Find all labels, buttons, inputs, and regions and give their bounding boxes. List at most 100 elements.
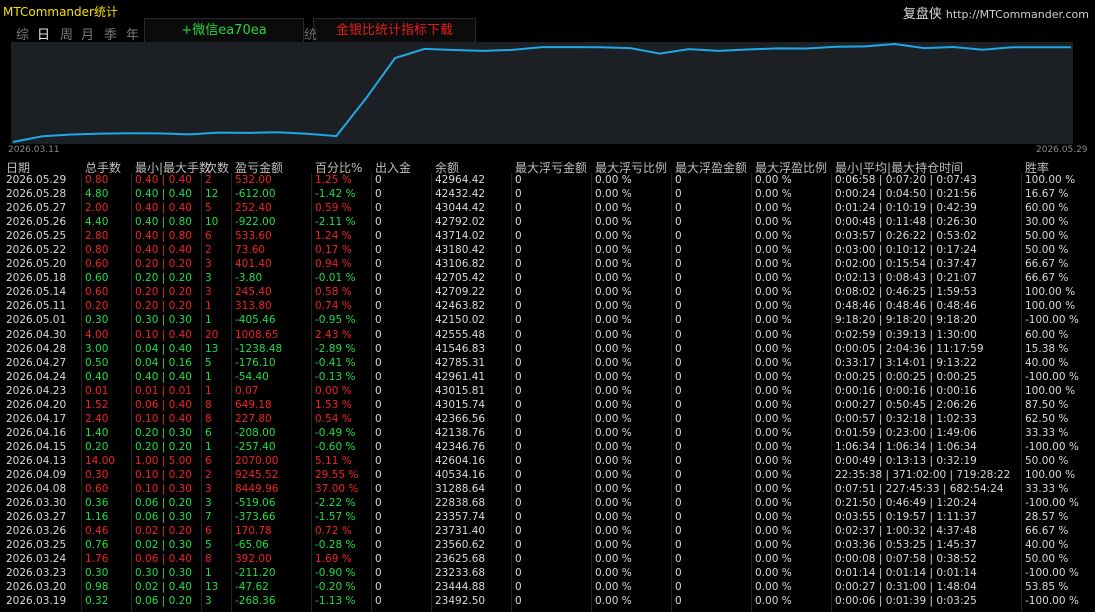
cell-count: 3 (205, 286, 212, 299)
cell-count: 5 (205, 539, 212, 552)
cell-hold: 0:00:27 | 0:50:45 | 2:06:26 (835, 398, 977, 411)
cell-balance: 42964.42 (435, 174, 486, 186)
cell-hold: 22:35:38 | 371:02:00 | 719:28:22 (835, 468, 1011, 481)
period-tab[interactable]: 年 (126, 24, 139, 43)
brand-url[interactable]: http://MTCommander.com (946, 8, 1089, 21)
cell-mfp: 0 (675, 370, 682, 383)
period-tab[interactable]: 周 (60, 24, 73, 43)
cell-balance: 43015.81 (435, 384, 486, 397)
cell-mfpp: 0.00 % (755, 567, 792, 580)
cell-io: 0 (375, 595, 382, 608)
cell-pnl: 532.00 (235, 174, 272, 186)
cell-pnl: -373.66 (235, 511, 276, 524)
cell-date: 2026.03.20 (6, 581, 67, 594)
table-row[interactable]: 2026.05.22 0.80 0.40 | 0.40 2 73.60 0.17 % 0 43… (0, 243, 1095, 257)
download-banner[interactable]: 金银比统计指标下载 (313, 18, 476, 44)
cell-minmax: 0.20 | 0.20 (135, 258, 192, 271)
table-row[interactable]: 2026.04.17 2.40 0.10 | 0.40 8 227.80 0.54 % 0 4… (0, 412, 1095, 426)
period-tab[interactable]: 季 (104, 24, 117, 43)
cell-pct: -0.28 % (315, 539, 356, 552)
cell-pct: -1.42 % (315, 188, 356, 201)
cell-mfp: 0 (675, 426, 682, 439)
cell-mfpp: 0.00 % (755, 188, 792, 201)
cell-date: 2026.04.09 (6, 468, 67, 481)
table-row[interactable]: 2026.05.14 0.60 0.20 | 0.20 3 245.40 0.58 % 0 4… (0, 285, 1095, 299)
cell-pct: -0.20 % (315, 581, 356, 594)
cell-date: 2026.05.18 (6, 272, 67, 285)
cell-mfpp: 0.00 % (755, 230, 792, 243)
period-tab[interactable]: 日 (37, 24, 50, 43)
cell-minmax: 0.01 | 0.01 (135, 384, 192, 397)
cell-io: 0 (375, 258, 382, 271)
cell-win: 100.00 % (1025, 384, 1076, 397)
period-tab[interactable]: 综 (16, 24, 29, 43)
cell-mfpp: 0.00 % (755, 511, 792, 524)
cell-mflp: 0.00 % (595, 468, 632, 481)
table-row[interactable]: 2026.04.08 0.60 0.10 | 0.30 3 8449.96 37.00 %… (0, 482, 1095, 496)
cell-pct: 0.54 % (315, 412, 352, 425)
cell-pct: -1.13 % (315, 595, 356, 608)
cell-io: 0 (375, 581, 382, 594)
table-row[interactable]: 2026.03.30 0.36 0.06 | 0.20 3 -519.06 -2.22 %… (0, 496, 1095, 510)
table-row[interactable]: 2026.04.20 1.52 0.06 | 0.40 8 649.18 1.53 % 0 4… (0, 398, 1095, 412)
cell-win: 30.00 % (1025, 216, 1069, 229)
cell-mfp: 0 (675, 216, 682, 229)
brand[interactable]: 复盘侠 http://MTCommander.com (903, 3, 1089, 22)
cell-pnl: 649.18 (235, 398, 272, 411)
cell-mflp: 0.00 % (595, 454, 632, 467)
cell-mflp: 0.00 % (595, 300, 632, 313)
table-row[interactable]: 2026.03.24 1.76 0.06 | 0.40 8 392.00 1.69 % 0 2… (0, 552, 1095, 566)
cell-mfp: 0 (675, 553, 682, 566)
table-row[interactable]: 2026.04.28 3.00 0.04 | 0.40 13 -1238.48 -2.89… (0, 342, 1095, 356)
cell-mfpp: 0.00 % (755, 426, 792, 439)
table-row[interactable]: 2026.03.20 0.98 0.02 | 0.40 13 -47.62 -0.20 %… (0, 580, 1095, 594)
cell-minmax: 0.40 | 0.40 (135, 174, 192, 186)
table-row[interactable]: 2026.04.16 1.40 0.20 | 0.30 6 -208.00 -0.49 %… (0, 426, 1095, 440)
table-row[interactable]: 2026.03.27 1.16 0.06 | 0.30 7 -373.66 -1.57 %… (0, 510, 1095, 524)
cell-io: 0 (375, 300, 382, 313)
cell-mfp: 0 (675, 174, 682, 186)
table-row[interactable]: 2026.05.01 0.30 0.30 | 0.30 1 -405.46 -0.95 %… (0, 313, 1095, 327)
cell-date: 2026.03.23 (6, 567, 67, 580)
period-tab[interactable]: 月 (81, 24, 94, 43)
cell-minmax: 0.10 | 0.20 (135, 468, 192, 481)
table-row[interactable]: 2026.04.23 0.01 0.01 | 0.01 1 0.07 0.00 % 0 430… (0, 384, 1095, 398)
table-row[interactable]: 2026.05.27 2.00 0.40 | 0.40 5 252.40 0.59 % 0 4… (0, 201, 1095, 215)
cell-mfp: 0 (675, 497, 682, 510)
cell-hold: 0:00:06 | 0:01:39 | 0:03:25 (835, 595, 977, 608)
cell-balance: 23625.68 (435, 553, 486, 566)
cell-io: 0 (375, 426, 382, 439)
cell-balance: 42709.22 (435, 286, 486, 299)
cell-pct: 2.43 % (315, 328, 352, 341)
table-row[interactable]: 2026.05.25 2.80 0.40 | 0.80 6 533.60 1.24 % 0 4… (0, 229, 1095, 243)
cell-mfl: 0 (515, 497, 522, 510)
table-row[interactable]: 2026.03.26 0.46 0.02 | 0.20 6 170.78 0.72 % 0 2… (0, 524, 1095, 538)
table-row[interactable]: 2026.03.23 0.30 0.30 | 0.30 1 -211.20 -0.90 %… (0, 566, 1095, 580)
table-row[interactable]: 2026.05.18 0.60 0.20 | 0.20 3 -3.80 -0.01 % 0 4… (0, 271, 1095, 285)
table-row[interactable]: 2026.04.13 14.00 1.00 | 5.00 6 2070.00 5.11 %… (0, 454, 1095, 468)
table-row[interactable]: 2026.03.25 0.76 0.02 | 0.30 5 -65.06 -0.28 % 0… (0, 538, 1095, 552)
cell-lots: 0.20 (85, 440, 109, 453)
cell-pnl: -1238.48 (235, 342, 283, 355)
cell-mfpp: 0.00 % (755, 553, 792, 566)
wechat-banner[interactable]: +微信ea70ea (144, 18, 304, 44)
cell-pnl: 252.40 (235, 202, 272, 215)
cell-pnl: -3.80 (235, 272, 263, 285)
cell-hold: 0:02:00 | 0:15:54 | 0:37:47 (835, 258, 977, 271)
table-row[interactable]: 2026.04.15 0.20 0.20 | 0.20 1 -257.40 -0.60 %… (0, 440, 1095, 454)
table-row[interactable]: 2026.05.11 0.20 0.20 | 0.20 1 313.80 0.74 % 0 4… (0, 299, 1095, 313)
cell-mfl: 0 (515, 440, 522, 453)
cell-count: 3 (205, 272, 212, 285)
table-row[interactable]: 2026.04.27 0.50 0.04 | 0.16 5 -176.10 -0.41 %… (0, 356, 1095, 370)
table-row[interactable]: 2026.03.19 0.32 0.06 | 0.20 3 -268.36 -1.13 %… (0, 594, 1095, 608)
table-row[interactable]: 2026.04.09 0.30 0.10 | 0.20 2 9245.52 29.55 %… (0, 468, 1095, 482)
table-row[interactable]: 2026.05.26 4.40 0.40 | 0.80 10 -922.00 -2.11 … (0, 215, 1095, 229)
table-row[interactable]: 2026.05.20 0.60 0.20 | 0.20 3 401.40 0.94 % 0 4… (0, 257, 1095, 271)
table-row[interactable]: 2026.05.29 0.80 0.40 | 0.40 2 532.00 1.25 % 0 4… (0, 173, 1095, 187)
table-row[interactable]: 2026.04.24 0.40 0.40 | 0.40 1 -54.40 -0.13 % 0… (0, 370, 1095, 384)
cell-mfp: 0 (675, 202, 682, 215)
cell-mfl: 0 (515, 286, 522, 299)
cell-lots: 0.60 (85, 272, 109, 285)
table-row[interactable]: 2026.04.30 4.00 0.10 | 0.40 20 1008.65 2.43 %… (0, 328, 1095, 342)
table-row[interactable]: 2026.05.28 4.80 0.40 | 0.40 12 -612.00 -1.42 … (0, 187, 1095, 201)
